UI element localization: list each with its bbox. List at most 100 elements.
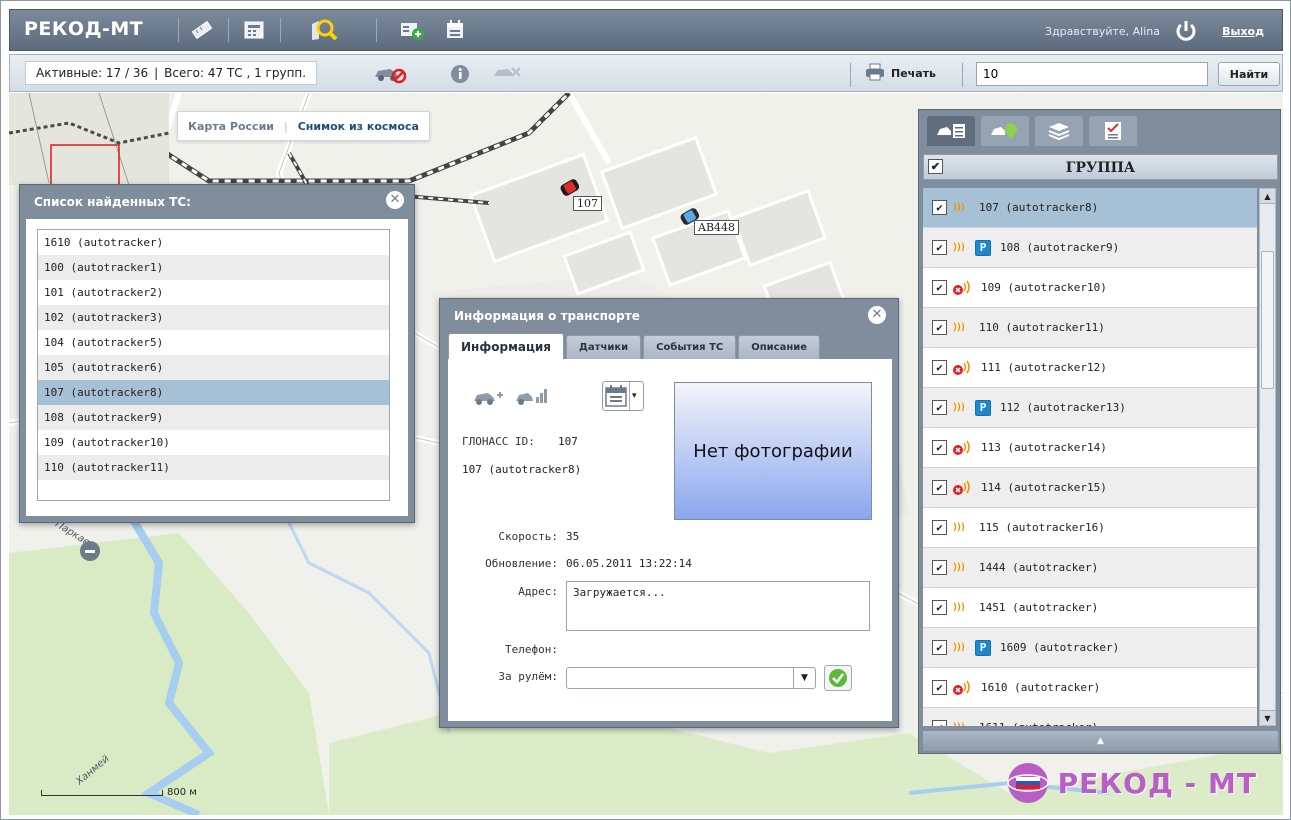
signal-offline-icon bbox=[953, 480, 970, 495]
vehicle-checkbox[interactable]: ✔ bbox=[932, 600, 947, 615]
tab-russia-map[interactable]: Карта России bbox=[188, 120, 274, 133]
collapse-panel-button[interactable]: ▲ bbox=[923, 731, 1278, 751]
tab-geozones[interactable] bbox=[981, 116, 1029, 146]
list-item[interactable]: 101 (autotracker2) bbox=[38, 280, 389, 305]
tab-sensors[interactable]: Датчики bbox=[566, 335, 642, 359]
signal-offline-icon bbox=[953, 280, 970, 295]
search-map-icon[interactable] bbox=[310, 17, 338, 43]
vehicle-label-107[interactable]: 107 bbox=[573, 196, 602, 211]
list-item[interactable]: 107 (autotracker8) bbox=[38, 380, 389, 405]
scale-label: 800 м bbox=[167, 787, 197, 798]
scrollbar-thumb[interactable] bbox=[1261, 251, 1274, 389]
confirm-driver-button[interactable] bbox=[824, 665, 852, 691]
speed-value: 35 bbox=[566, 530, 580, 543]
power-icon[interactable] bbox=[1174, 19, 1198, 43]
parking-icon: P bbox=[975, 239, 991, 256]
vehicle-checkbox[interactable]: ✔ bbox=[932, 480, 947, 495]
calculator-icon[interactable] bbox=[240, 17, 268, 43]
tab-satellite[interactable]: Снимок из космоса bbox=[298, 120, 419, 133]
group-row[interactable]: ✔ 113 (autotracker14) bbox=[923, 428, 1257, 468]
group-row[interactable]: ✔ 1610 (autotracker) bbox=[923, 668, 1257, 708]
group-panel-tabs bbox=[927, 116, 1137, 146]
car-disabled-icon[interactable] bbox=[372, 61, 408, 87]
list-item[interactable]: 102 (autotracker3) bbox=[38, 305, 389, 330]
group-row[interactable]: ✔ 109 (autotracker10) bbox=[923, 268, 1257, 308]
group-row[interactable]: ✔))) 1444 (autotracker) bbox=[923, 548, 1257, 588]
vehicle-checkbox[interactable]: ✔ bbox=[932, 280, 947, 295]
glonass-label: ГЛОНАСС ID: bbox=[462, 435, 535, 448]
signal-online-icon: ))) bbox=[952, 202, 966, 213]
group-row[interactable]: ✔))) P 1609 (autotracker) bbox=[923, 628, 1257, 668]
calendar-dropdown[interactable]: ▾ bbox=[602, 381, 644, 411]
scrollbar[interactable]: ▲ ▼ bbox=[1259, 188, 1276, 726]
info-icon[interactable] bbox=[450, 61, 470, 87]
separator bbox=[376, 18, 377, 42]
tab-events[interactable]: События ТС bbox=[643, 335, 737, 359]
found-list[interactable]: 1610 (autotracker) 100 (autotracker1) 101 … bbox=[37, 229, 390, 501]
close-icon[interactable]: ✕ bbox=[868, 306, 886, 324]
address-label: Адрес: bbox=[518, 585, 558, 598]
vehicle-checkbox[interactable]: ✔ bbox=[932, 680, 947, 695]
search-input[interactable] bbox=[976, 62, 1208, 86]
scroll-down-button[interactable]: ▼ bbox=[1260, 710, 1275, 725]
vehicle-checkbox[interactable]: ✔ bbox=[932, 560, 947, 575]
vehicle-checkbox[interactable]: ✔ bbox=[932, 200, 947, 215]
list-item[interactable]: 104 (autotracker5) bbox=[38, 330, 389, 355]
zoom-out-button[interactable] bbox=[80, 541, 100, 561]
list-item[interactable]: 110 (autotracker11) bbox=[38, 455, 389, 480]
logout-link[interactable]: Выход bbox=[1222, 25, 1264, 38]
schedule-icon[interactable] bbox=[441, 17, 469, 43]
group-row[interactable]: ✔))) 110 (autotracker11) bbox=[923, 308, 1257, 348]
list-item[interactable]: 108 (autotracker9) bbox=[38, 405, 389, 430]
vehicle-checkbox[interactable]: ✔ bbox=[932, 240, 947, 255]
add-vehicle-icon[interactable] bbox=[398, 17, 426, 43]
group-row[interactable]: ✔))) 115 (autotracker16) bbox=[923, 508, 1257, 548]
vehicle-checkbox[interactable]: ✔ bbox=[932, 520, 947, 535]
signal-online-icon: ))) bbox=[952, 562, 966, 573]
list-item[interactable]: 105 (autotracker6) bbox=[38, 355, 389, 380]
vehicle-checkbox[interactable]: ✔ bbox=[932, 720, 947, 726]
update-value: 06.05.2011 13:22:14 bbox=[566, 557, 692, 570]
car-signal-icon[interactable] bbox=[514, 387, 548, 410]
close-icon[interactable]: ✕ bbox=[386, 191, 404, 209]
tab-vehicle-list[interactable] bbox=[927, 116, 975, 146]
group-vehicle-list[interactable]: ✔))) 107 (autotracker8) ✔))) P 108 (autotrac… bbox=[923, 188, 1257, 726]
group-header[interactable]: ✔ ГРУППА bbox=[923, 154, 1278, 180]
list-item[interactable]: 109 (autotracker10) bbox=[38, 430, 389, 455]
group-row[interactable]: ✔ 111 (autotracker12) bbox=[923, 348, 1257, 388]
group-row[interactable]: ✔))) P 112 (autotracker13) bbox=[923, 388, 1257, 428]
find-button[interactable]: Найти bbox=[1218, 62, 1280, 86]
group-row[interactable]: ✔))) 107 (autotracker8) bbox=[923, 188, 1257, 228]
tracks-off-icon[interactable] bbox=[492, 61, 522, 87]
group-select-all-checkbox[interactable]: ✔ bbox=[928, 159, 943, 174]
group-row[interactable]: ✔))) 1451 (autotracker) bbox=[923, 588, 1257, 628]
vehicle-checkbox[interactable]: ✔ bbox=[932, 640, 947, 655]
info-tabs: Информация Датчики События ТС Описание bbox=[448, 333, 821, 359]
tab-description[interactable]: Описание bbox=[738, 335, 821, 359]
driver-select[interactable]: ▼ bbox=[566, 667, 816, 689]
check-icon bbox=[829, 669, 847, 687]
tab-layers[interactable] bbox=[1035, 116, 1083, 146]
ruler-icon[interactable] bbox=[188, 17, 216, 43]
vehicle-checkbox[interactable]: ✔ bbox=[932, 360, 947, 375]
scroll-up-button[interactable]: ▲ bbox=[1260, 189, 1275, 204]
list-item[interactable]: 100 (autotracker1) bbox=[38, 255, 389, 280]
vehicle-label: 1609 (autotracker) bbox=[1000, 641, 1120, 654]
brand-watermark: РЕКОД - МТ bbox=[1006, 761, 1257, 805]
car-forward-icon[interactable] bbox=[472, 389, 506, 410]
signal-online-icon: ))) bbox=[952, 602, 966, 613]
group-row[interactable]: ✔))) 1611 (autotracker) bbox=[923, 708, 1257, 726]
address-field[interactable]: Загружается... bbox=[566, 581, 870, 631]
tab-info[interactable]: Информация bbox=[448, 333, 564, 359]
print-button[interactable]: Печать bbox=[865, 63, 936, 84]
vehicle-checkbox[interactable]: ✔ bbox=[932, 320, 947, 335]
vehicle-checkbox[interactable]: ✔ bbox=[932, 440, 947, 455]
vehicle-checkbox[interactable]: ✔ bbox=[932, 400, 947, 415]
signal-online-icon: ))) bbox=[952, 522, 966, 533]
vehicle-label-ab448[interactable]: AB448 bbox=[694, 220, 740, 235]
group-row[interactable]: ✔))) P 108 (autotracker9) bbox=[923, 228, 1257, 268]
group-row[interactable]: ✔ 114 (autotracker15) bbox=[923, 468, 1257, 508]
panel-body: 1610 (autotracker) 100 (autotracker1) 101 … bbox=[26, 219, 408, 516]
tab-reports[interactable] bbox=[1089, 116, 1137, 146]
list-item[interactable]: 1610 (autotracker) bbox=[38, 230, 389, 255]
